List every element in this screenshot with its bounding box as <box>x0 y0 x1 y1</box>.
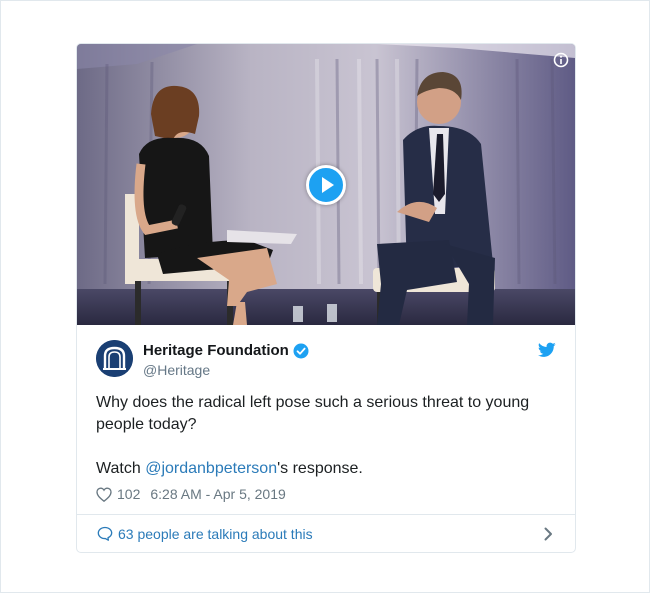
video-player[interactable] <box>77 44 575 325</box>
play-icon <box>321 177 334 193</box>
tweet-timestamp[interactable]: 6:28 AM - Apr 5, 2019 <box>150 486 285 502</box>
tweet-card: Heritage Foundation @Heritage Why does t… <box>76 43 576 553</box>
like-count: 102 <box>117 486 141 502</box>
tweet-text-paragraph-1: Why does the radical left pose such a se… <box>96 394 530 433</box>
author-display-name[interactable]: Heritage Foundation <box>143 342 289 360</box>
tweet-text-paragraph-2: Watch @jordanbpeterson's response. <box>96 458 556 480</box>
chevron-right-icon <box>544 527 552 541</box>
conversation-count-text: 63 people are talking about this <box>118 525 313 542</box>
tweet-header: Heritage Foundation @Heritage <box>96 340 556 380</box>
verified-badge-icon <box>293 343 309 359</box>
like-button[interactable]: 102 <box>96 486 150 502</box>
conversation-link[interactable]: 63 people are talking about this <box>77 515 575 552</box>
mention-link[interactable]: @jordanbpeterson <box>145 460 277 477</box>
heritage-logo-icon <box>96 340 133 377</box>
watch-prefix: Watch <box>96 460 146 477</box>
tweet-text: Why does the radical left pose such a se… <box>96 392 556 480</box>
tweet-meta: 102 6:28 AM - Apr 5, 2019 <box>96 484 286 504</box>
speech-bubble-icon <box>97 526 113 541</box>
play-button[interactable] <box>306 165 346 205</box>
twitter-bird-icon[interactable] <box>538 342 556 358</box>
author-handle[interactable]: @Heritage <box>143 362 210 378</box>
heart-icon <box>96 486 112 502</box>
avatar[interactable] <box>96 340 133 377</box>
watch-suffix: 's response. <box>277 460 363 477</box>
author-name-row: Heritage Foundation <box>143 342 309 360</box>
info-icon[interactable] <box>553 52 569 68</box>
